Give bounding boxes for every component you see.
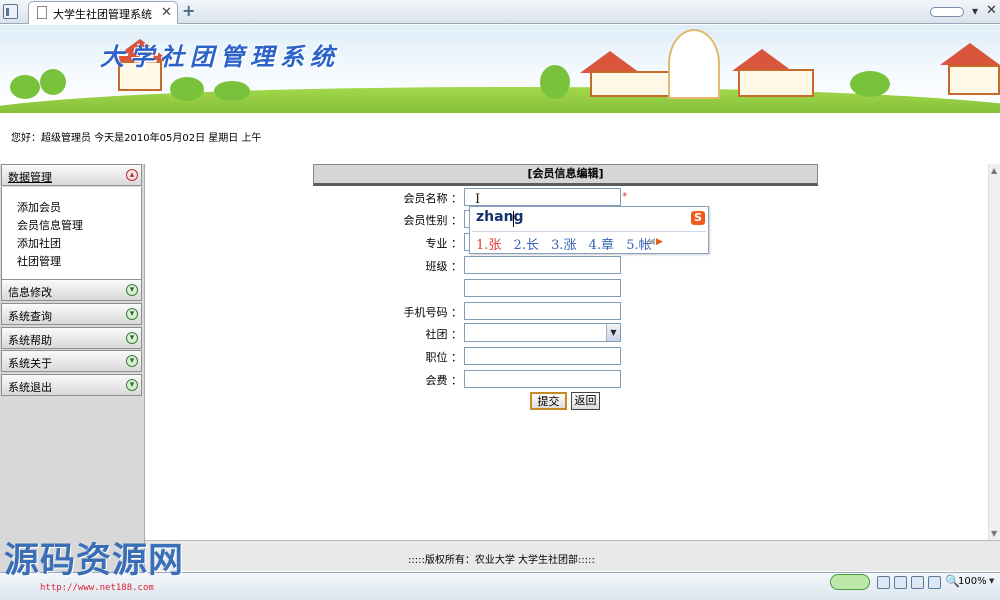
greeting-text: 您好：超级管理员 今天是2010年05月02日 星期日 上午 bbox=[11, 133, 262, 144]
banner-house bbox=[948, 65, 1000, 95]
expand-icon[interactable]: ▾ bbox=[126, 308, 138, 320]
menu-section-label: 系统关于 bbox=[8, 357, 52, 370]
ime-pinyin-input: zhang bbox=[476, 209, 524, 225]
watermark-url: http://www.net188.com bbox=[40, 583, 154, 593]
page-tools-icon[interactable] bbox=[877, 576, 890, 589]
banner-roof bbox=[732, 49, 792, 71]
banner-tree bbox=[10, 75, 40, 99]
ime-candidate-list: 1.张 2.长 3.涨 4.章 5.帐 bbox=[476, 234, 652, 253]
collapse-icon[interactable]: ▴ bbox=[126, 169, 138, 181]
member-name-label: 会员名称 ： bbox=[403, 192, 463, 205]
text-cursor-icon: I bbox=[475, 192, 481, 207]
ime-divider bbox=[472, 231, 706, 232]
menu-section-label: 系统帮助 bbox=[8, 334, 52, 347]
menu-section-about[interactable]: 系统关于 ▾ bbox=[1, 350, 142, 372]
banner-title: 大学社团管理系统 bbox=[100, 42, 340, 71]
member-gender-label: 会员性别 ： bbox=[403, 214, 463, 227]
back-button[interactable]: 返回 bbox=[571, 392, 600, 410]
menu-item-club-management[interactable]: 社团管理 bbox=[17, 253, 61, 269]
extra-input[interactable] bbox=[464, 279, 621, 297]
expand-icon[interactable]: ▾ bbox=[126, 332, 138, 344]
banner-tree bbox=[214, 81, 250, 101]
watermark-logo: 源码资源网 bbox=[4, 540, 185, 581]
expand-icon[interactable]: ▾ bbox=[126, 379, 138, 391]
page-icon bbox=[37, 6, 47, 19]
vertical-scrollbar[interactable]: ▲ ▼ bbox=[988, 164, 1000, 540]
menu-section-label: 系统退出 bbox=[8, 381, 52, 394]
chevron-down-icon[interactable]: ▼ bbox=[989, 577, 994, 585]
submit-button[interactable]: 提交 bbox=[530, 392, 567, 410]
major-label: 专业 ： bbox=[425, 237, 463, 250]
banner-roof bbox=[940, 43, 1000, 65]
fee-input[interactable] bbox=[464, 370, 621, 388]
banner-tree bbox=[170, 77, 204, 101]
menu-section-label: 系统查询 bbox=[8, 310, 52, 323]
ime-prev-page-icon[interactable]: ◀ bbox=[648, 237, 655, 247]
ime-caret bbox=[513, 211, 514, 227]
chevron-down-icon[interactable]: ▼ bbox=[606, 324, 620, 341]
club-select[interactable]: ▼ bbox=[464, 323, 621, 342]
banner-house bbox=[590, 71, 670, 97]
class-label: 班级 ： bbox=[425, 260, 463, 273]
scroll-down-icon[interactable]: ▼ bbox=[991, 529, 997, 538]
menu-section-label: 信息修改 bbox=[8, 286, 52, 299]
tab-close-icon[interactable]: ✕ bbox=[161, 5, 172, 20]
banner-roof bbox=[580, 51, 640, 73]
menu-section-data-management[interactable]: 数据管理 ▴ bbox=[1, 164, 142, 186]
menu-item-add-member[interactable]: 添加会员 bbox=[17, 199, 61, 215]
club-label: 社团 ： bbox=[425, 328, 463, 341]
sidebar-toggle-icon[interactable] bbox=[3, 4, 18, 19]
class-input[interactable] bbox=[464, 256, 621, 274]
ime-candidate[interactable]: 2.长 bbox=[514, 238, 539, 253]
menu-section-info-edit[interactable]: 信息修改 ▾ bbox=[1, 279, 142, 301]
document-icon[interactable] bbox=[894, 576, 907, 589]
menu-section-logout[interactable]: 系统退出 ▾ bbox=[1, 374, 142, 396]
position-label: 职位 ： bbox=[425, 351, 463, 364]
ime-candidate[interactable]: 1.张 bbox=[476, 238, 501, 253]
ime-next-page-icon[interactable]: ▶ bbox=[656, 237, 663, 247]
speaker-icon[interactable] bbox=[928, 576, 941, 589]
banner-tree bbox=[40, 69, 66, 95]
menu-item-add-club[interactable]: 添加社团 bbox=[17, 235, 61, 251]
ime-logo-icon[interactable]: S bbox=[691, 211, 705, 225]
expand-icon[interactable]: ▾ bbox=[126, 284, 138, 296]
phone-input[interactable] bbox=[464, 302, 621, 320]
new-tab-icon[interactable]: + bbox=[182, 1, 195, 20]
form-title: [会员信息编辑] bbox=[313, 164, 818, 186]
member-name-input[interactable] bbox=[464, 188, 621, 206]
expand-icon[interactable]: ▾ bbox=[126, 355, 138, 367]
banner-tree bbox=[540, 65, 570, 99]
site-banner: 大学社团管理系统 bbox=[0, 25, 1000, 113]
position-input[interactable] bbox=[464, 347, 621, 365]
banner-house bbox=[738, 69, 814, 97]
scroll-up-icon[interactable]: ▲ bbox=[991, 166, 997, 175]
ime-candidate[interactable]: 3.涨 bbox=[551, 238, 576, 253]
ime-candidate-popup: zhang S 1.张 2.长 3.涨 4.章 5.帐 ◀ ▶ bbox=[469, 206, 709, 254]
tab-title: 大学生社团管理系统 bbox=[53, 8, 152, 21]
menu-item-member-management[interactable]: 会员信息管理 bbox=[17, 217, 83, 233]
window-close-icon[interactable]: ✕ bbox=[986, 3, 997, 18]
copyright-text: :::::版权所有：农业大学 大学生社团部::::: bbox=[408, 555, 595, 566]
window-menu-icon[interactable]: ▾ bbox=[972, 4, 978, 18]
phone-label: 手机号码 ： bbox=[403, 306, 463, 319]
menu-section-query[interactable]: 系统查询 ▾ bbox=[1, 303, 142, 325]
banner-tree bbox=[850, 71, 890, 97]
accelerator-toggle[interactable] bbox=[830, 574, 870, 590]
fee-label: 会费 ： bbox=[425, 374, 463, 387]
zoom-level[interactable]: 100% bbox=[958, 576, 987, 587]
browser-tab[interactable]: 大学生社团管理系统 ✕ bbox=[28, 1, 178, 24]
browser-search-pill[interactable] bbox=[930, 7, 964, 17]
browser-tab-bar: 大学生社团管理系统 ✕ + ▾ ✕ bbox=[0, 0, 1000, 24]
menu-sublist: 添加会员 会员信息管理 添加社团 社团管理 bbox=[1, 187, 142, 279]
ime-candidate[interactable]: 4.章 bbox=[589, 238, 614, 253]
required-mark: * bbox=[622, 190, 628, 203]
screen-icon[interactable] bbox=[911, 576, 924, 589]
menu-section-help[interactable]: 系统帮助 ▾ bbox=[1, 327, 142, 349]
menu-section-label: 数据管理 bbox=[8, 171, 52, 184]
banner-tower bbox=[668, 29, 720, 99]
